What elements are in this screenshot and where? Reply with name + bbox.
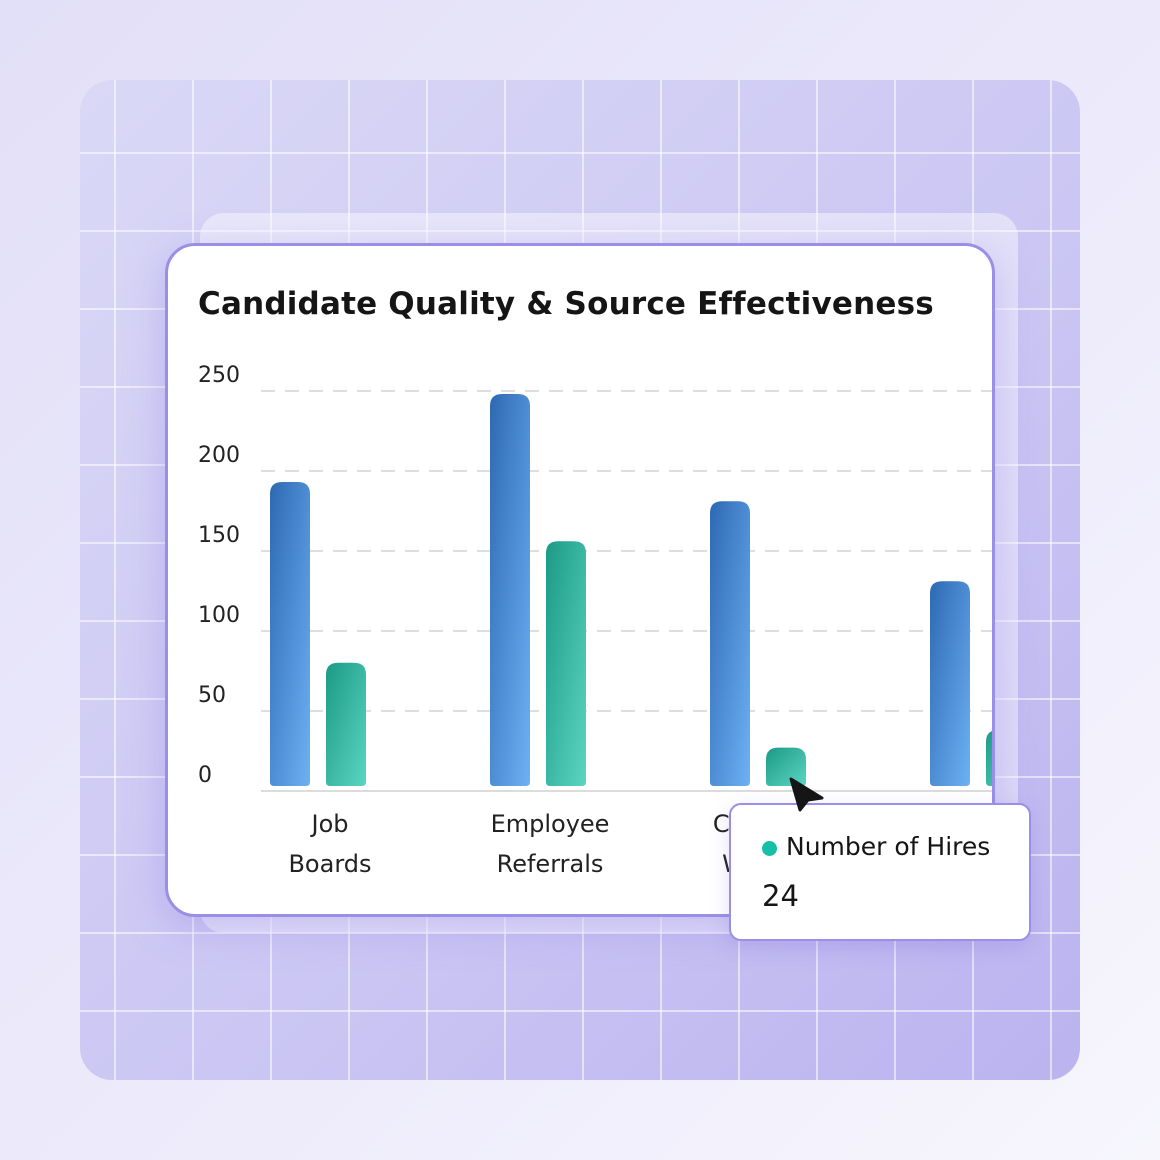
x-tick-label: Employee: [491, 810, 610, 838]
bar-series-1: [930, 581, 970, 786]
tooltip-series-label: Number of Hires: [786, 832, 991, 861]
bar-number-of-hires: [986, 731, 992, 786]
tooltip-value: 24: [762, 879, 799, 913]
bar-series-1: [490, 394, 530, 786]
bar-series-1: [270, 482, 310, 786]
x-tick-label: Job: [310, 810, 349, 838]
bar-number-of-hires: [546, 541, 586, 786]
arrow-pointer-icon: [789, 777, 824, 812]
y-tick-label: 150: [198, 523, 240, 548]
x-tick-label: Referrals: [497, 850, 604, 878]
y-tick-label: 100: [198, 603, 240, 628]
y-tick-label: 0: [198, 763, 212, 788]
x-tick-label: Boards: [288, 850, 371, 878]
y-tick-label: 200: [198, 443, 240, 468]
y-tick-label: 250: [198, 363, 240, 388]
series-dot-icon: [762, 841, 777, 856]
bar-number-of-hires: [326, 662, 366, 786]
chart-tooltip: Number of Hires 24: [729, 803, 1031, 941]
bar-series-1: [710, 501, 750, 786]
y-tick-label: 50: [198, 683, 226, 708]
